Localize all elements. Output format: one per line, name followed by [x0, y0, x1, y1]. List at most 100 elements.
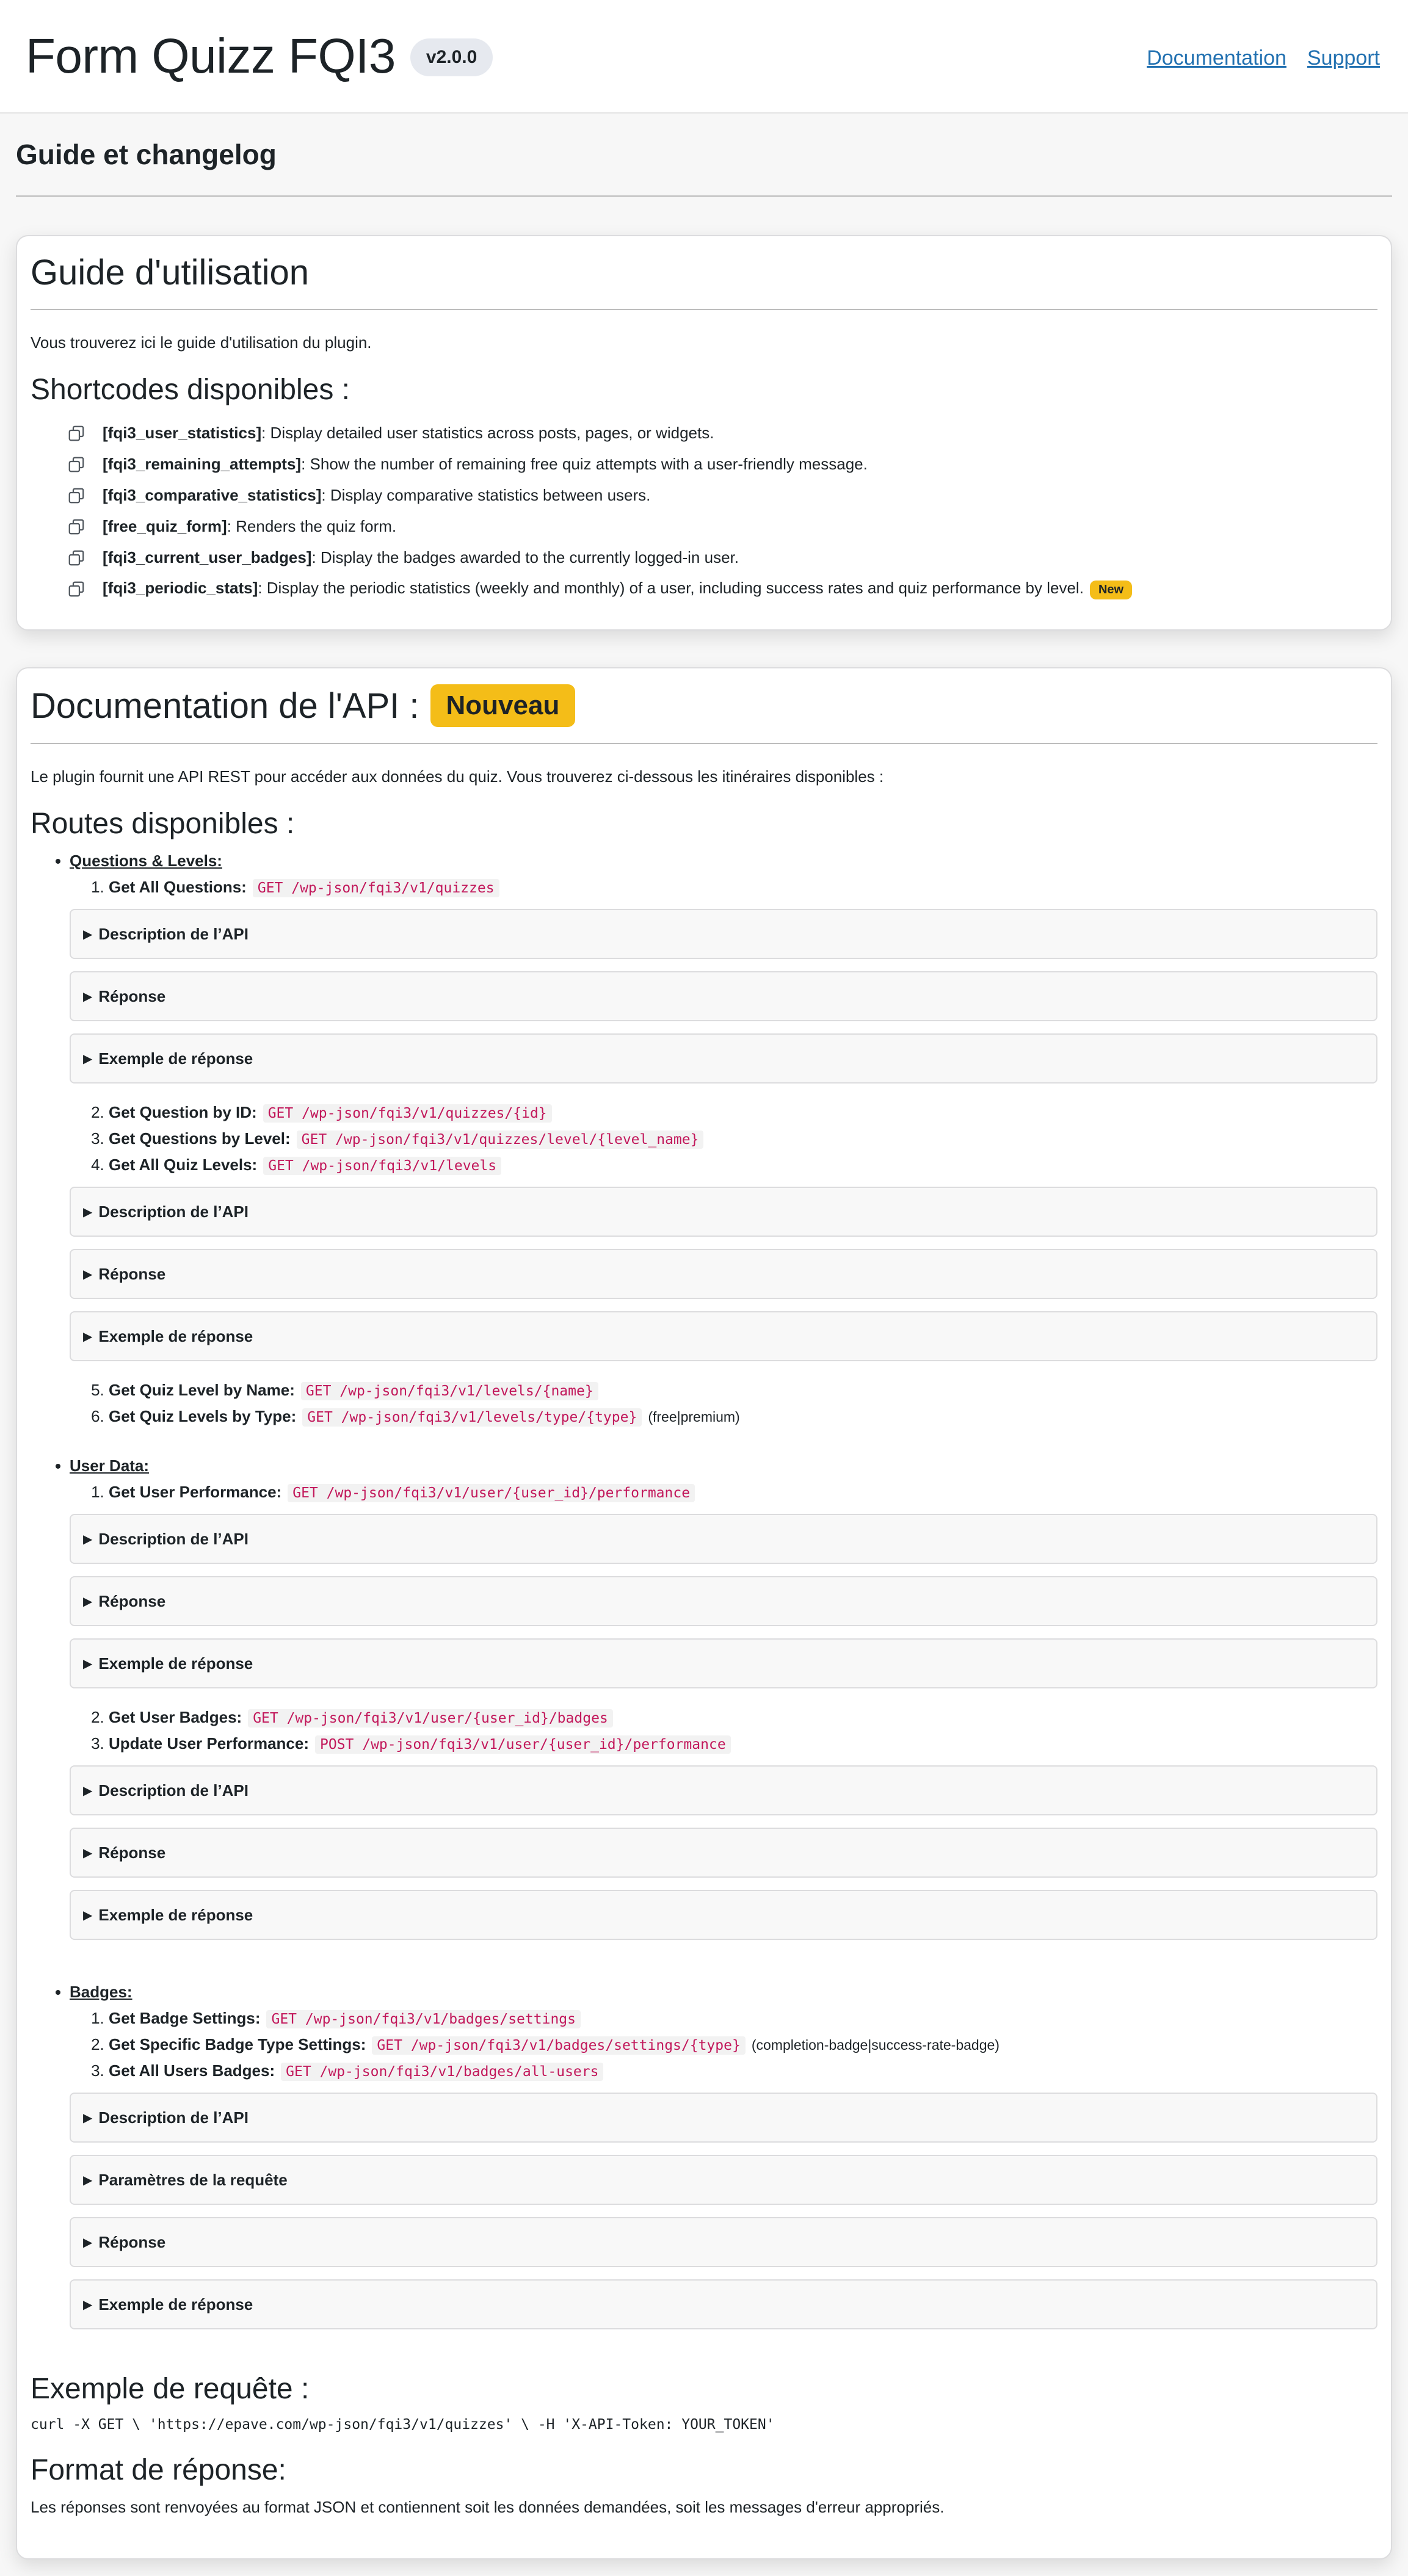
route-label: Get Quiz Levels by Type: [109, 1407, 297, 1425]
shortcode-desc: : Show the number of remaining free quiz… [301, 455, 868, 473]
shortcode-desc: : Display comparative statistics between… [321, 486, 651, 504]
route-endpoint: GET /wp-json/fqi3/v1/levels [263, 1157, 502, 1175]
shortcode-text: [free_quiz_form]: Renders the quiz form. [103, 517, 396, 536]
page-title: Guide et changelog [16, 138, 1392, 197]
details-label: Exemple de réponse [98, 2295, 253, 2314]
route-list: Get All Questions: GET /wp-json/fqi3/v1/q… [70, 874, 1377, 1430]
route-list: Get Badge Settings: GET /wp-json/fqi3/v1/… [70, 2005, 1377, 2345]
route-item: Update User Performance: POST /wp-json/fq… [70, 1731, 1377, 1956]
copy-icon[interactable] [67, 424, 85, 443]
documentation-link[interactable]: Documentation [1147, 46, 1286, 70]
details-example[interactable]: ▶ Exemple de réponse [70, 1638, 1377, 1688]
shortcode-item: [fqi3_user_statistics]: Display detailed… [67, 418, 1377, 449]
route-endpoint: GET /wp-json/fqi3/v1/user/{user_id}/perf… [288, 1484, 695, 1502]
details-description[interactable]: ▶ Description de l’API [70, 1514, 1377, 1564]
details-label: Description de l’API [98, 1202, 249, 1221]
format-title: Format de réponse: [31, 2454, 286, 2486]
disclosure-triangle-icon: ▶ [83, 1908, 93, 1922]
shortcode-item: [fqi3_comparative_statistics]: Display c… [67, 480, 1377, 511]
version-badge: v2.0.0 [410, 38, 493, 76]
disclosure-triangle-icon: ▶ [83, 1657, 93, 1671]
disclosure-triangle-icon: ▶ [83, 990, 93, 1004]
shortcode-desc: : Display detailed user statistics acros… [261, 424, 714, 442]
copy-icon[interactable] [67, 518, 85, 536]
route-item: Get All Users Badges: GET /wp-json/fqi3/v… [70, 2058, 1377, 2345]
route-label: Update User Performance: [109, 1734, 309, 1753]
details-description[interactable]: ▶ Description de l’API [70, 2093, 1377, 2143]
shortcode-code: [fqi3_current_user_badges] [103, 548, 312, 566]
example-title: Exemple de requête : [31, 2373, 310, 2405]
route-item: Get Quiz Level by Name: GET /wp-json/fqi3… [109, 1377, 1377, 1403]
disclosure-triangle-icon: ▶ [83, 1330, 93, 1344]
copy-icon[interactable] [67, 455, 85, 474]
disclosure-triangle-icon: ▶ [83, 1532, 93, 1546]
details-example[interactable]: ▶ Exemple de réponse [70, 1311, 1377, 1361]
shortcode-text: [fqi3_current_user_badges]: Display the … [103, 548, 739, 567]
route-endpoint: POST /wp-json/fqi3/v1/user/{user_id}/per… [315, 1735, 731, 1754]
details-label: Exemple de réponse [98, 1905, 253, 1924]
details-response[interactable]: ▶ Réponse [70, 971, 1377, 1021]
details-list: ▶ Description de l’API ▶ Paramètres de la … [70, 2093, 1377, 2329]
details-label: Description de l’API [98, 2108, 249, 2127]
shortcode-text: [fqi3_remaining_attempts]: Show the numb… [103, 455, 868, 474]
details-description[interactable]: ▶ Description de l’API [70, 1187, 1377, 1237]
group-title: Badges: [70, 1983, 132, 2001]
shortcode-desc: : Display the badges awarded to the curr… [311, 548, 739, 566]
details-response[interactable]: ▶ Réponse [70, 2217, 1377, 2267]
top-bar: Form Quizz FQI3 v2.0.0 Documentation Sup… [0, 0, 1408, 114]
support-link[interactable]: Support [1307, 46, 1380, 70]
route-label: Get All Users Badges: [109, 2061, 275, 2080]
route-list: Get User Performance: GET /wp-json/fqi3/v… [70, 1479, 1377, 1956]
copy-icon[interactable] [67, 580, 85, 598]
app-title: Form Quizz FQI3 [26, 29, 396, 83]
disclosure-triangle-icon: ▶ [83, 927, 93, 941]
route-item: Get User Performance: GET /wp-json/fqi3/v… [70, 1479, 1377, 1704]
route-label: Get Specific Badge Type Settings: [109, 2035, 366, 2053]
shortcode-code: [free_quiz_form] [103, 517, 227, 535]
api-title: Documentation de l'API : Nouveau [31, 681, 1377, 744]
route-item: Get Quiz Levels by Type: GET /wp-json/fqi… [109, 1403, 1377, 1430]
route-groups: Questions & Levels: Get All Questions: GE… [31, 852, 1377, 2345]
route-item: Get All Quiz Levels: GET /wp-json/fqi3/v1… [70, 1152, 1377, 1377]
details-label: Description de l’API [98, 924, 249, 943]
shortcodes-title: Shortcodes disponibles : [31, 374, 350, 406]
route-endpoint: GET /wp-json/fqi3/v1/user/{user_id}/badg… [248, 1709, 613, 1728]
group-title: User Data: [70, 1456, 150, 1475]
disclosure-triangle-icon: ▶ [83, 1052, 93, 1066]
api-title-text: Documentation de l'API : [31, 686, 419, 726]
shortcode-item: [fqi3_remaining_attempts]: Show the numb… [67, 449, 1377, 480]
disclosure-triangle-icon: ▶ [83, 1205, 93, 1219]
copy-icon[interactable] [67, 487, 85, 505]
details-description[interactable]: ▶ Description de l’API [70, 1765, 1377, 1815]
details-params[interactable]: ▶ Paramètres de la requête [70, 2155, 1377, 2205]
details-description[interactable]: ▶ Description de l’API [70, 909, 1377, 959]
shortcode-item: [fqi3_periodic_stats]: Display the perio… [67, 573, 1377, 604]
format-text: Les réponses sont renvoyées au format JS… [31, 2498, 945, 2516]
route-endpoint: GET /wp-json/fqi3/v1/badges/all-users [281, 2063, 604, 2081]
details-response[interactable]: ▶ Réponse [70, 1828, 1377, 1878]
details-example[interactable]: ▶ Exemple de réponse [70, 2279, 1377, 2329]
disclosure-triangle-icon: ▶ [83, 1846, 93, 1860]
details-response[interactable]: ▶ Réponse [70, 1249, 1377, 1299]
details-example[interactable]: ▶ Exemple de réponse [70, 1033, 1377, 1084]
route-item: Get Specific Badge Type Settings: GET /wp… [109, 2031, 1377, 2058]
shortcode-code: [fqi3_remaining_attempts] [103, 455, 302, 473]
route-note: (free|premium) [648, 1409, 740, 1425]
route-note: (completion-badge|success-rate-badge) [751, 2037, 1000, 2053]
shortcode-text: [fqi3_periodic_stats]: Display the perio… [103, 579, 1133, 599]
group-title: Questions & Levels: [70, 852, 222, 870]
route-label: Get Question by ID: [109, 1103, 257, 1121]
details-label: Réponse [98, 1264, 166, 1283]
details-response[interactable]: ▶ Réponse [70, 1576, 1377, 1626]
guide-title: Guide d'utilisation [31, 248, 1377, 310]
details-example[interactable]: ▶ Exemple de réponse [70, 1890, 1377, 1940]
route-endpoint: GET /wp-json/fqi3/v1/badges/settings/{ty… [372, 2036, 746, 2055]
disclosure-triangle-icon: ▶ [83, 2298, 93, 2312]
details-label: Réponse [98, 986, 166, 1005]
route-label: Get All Questions: [109, 878, 247, 896]
route-label: Get User Performance: [109, 1483, 282, 1501]
disclosure-triangle-icon: ▶ [83, 2173, 93, 2187]
shortcode-item: [free_quiz_form]: Renders the quiz form. [67, 511, 1377, 542]
copy-icon[interactable] [67, 549, 85, 567]
route-group-user-data: User Data: Get User Performance: GET /wp-… [70, 1456, 1377, 1956]
